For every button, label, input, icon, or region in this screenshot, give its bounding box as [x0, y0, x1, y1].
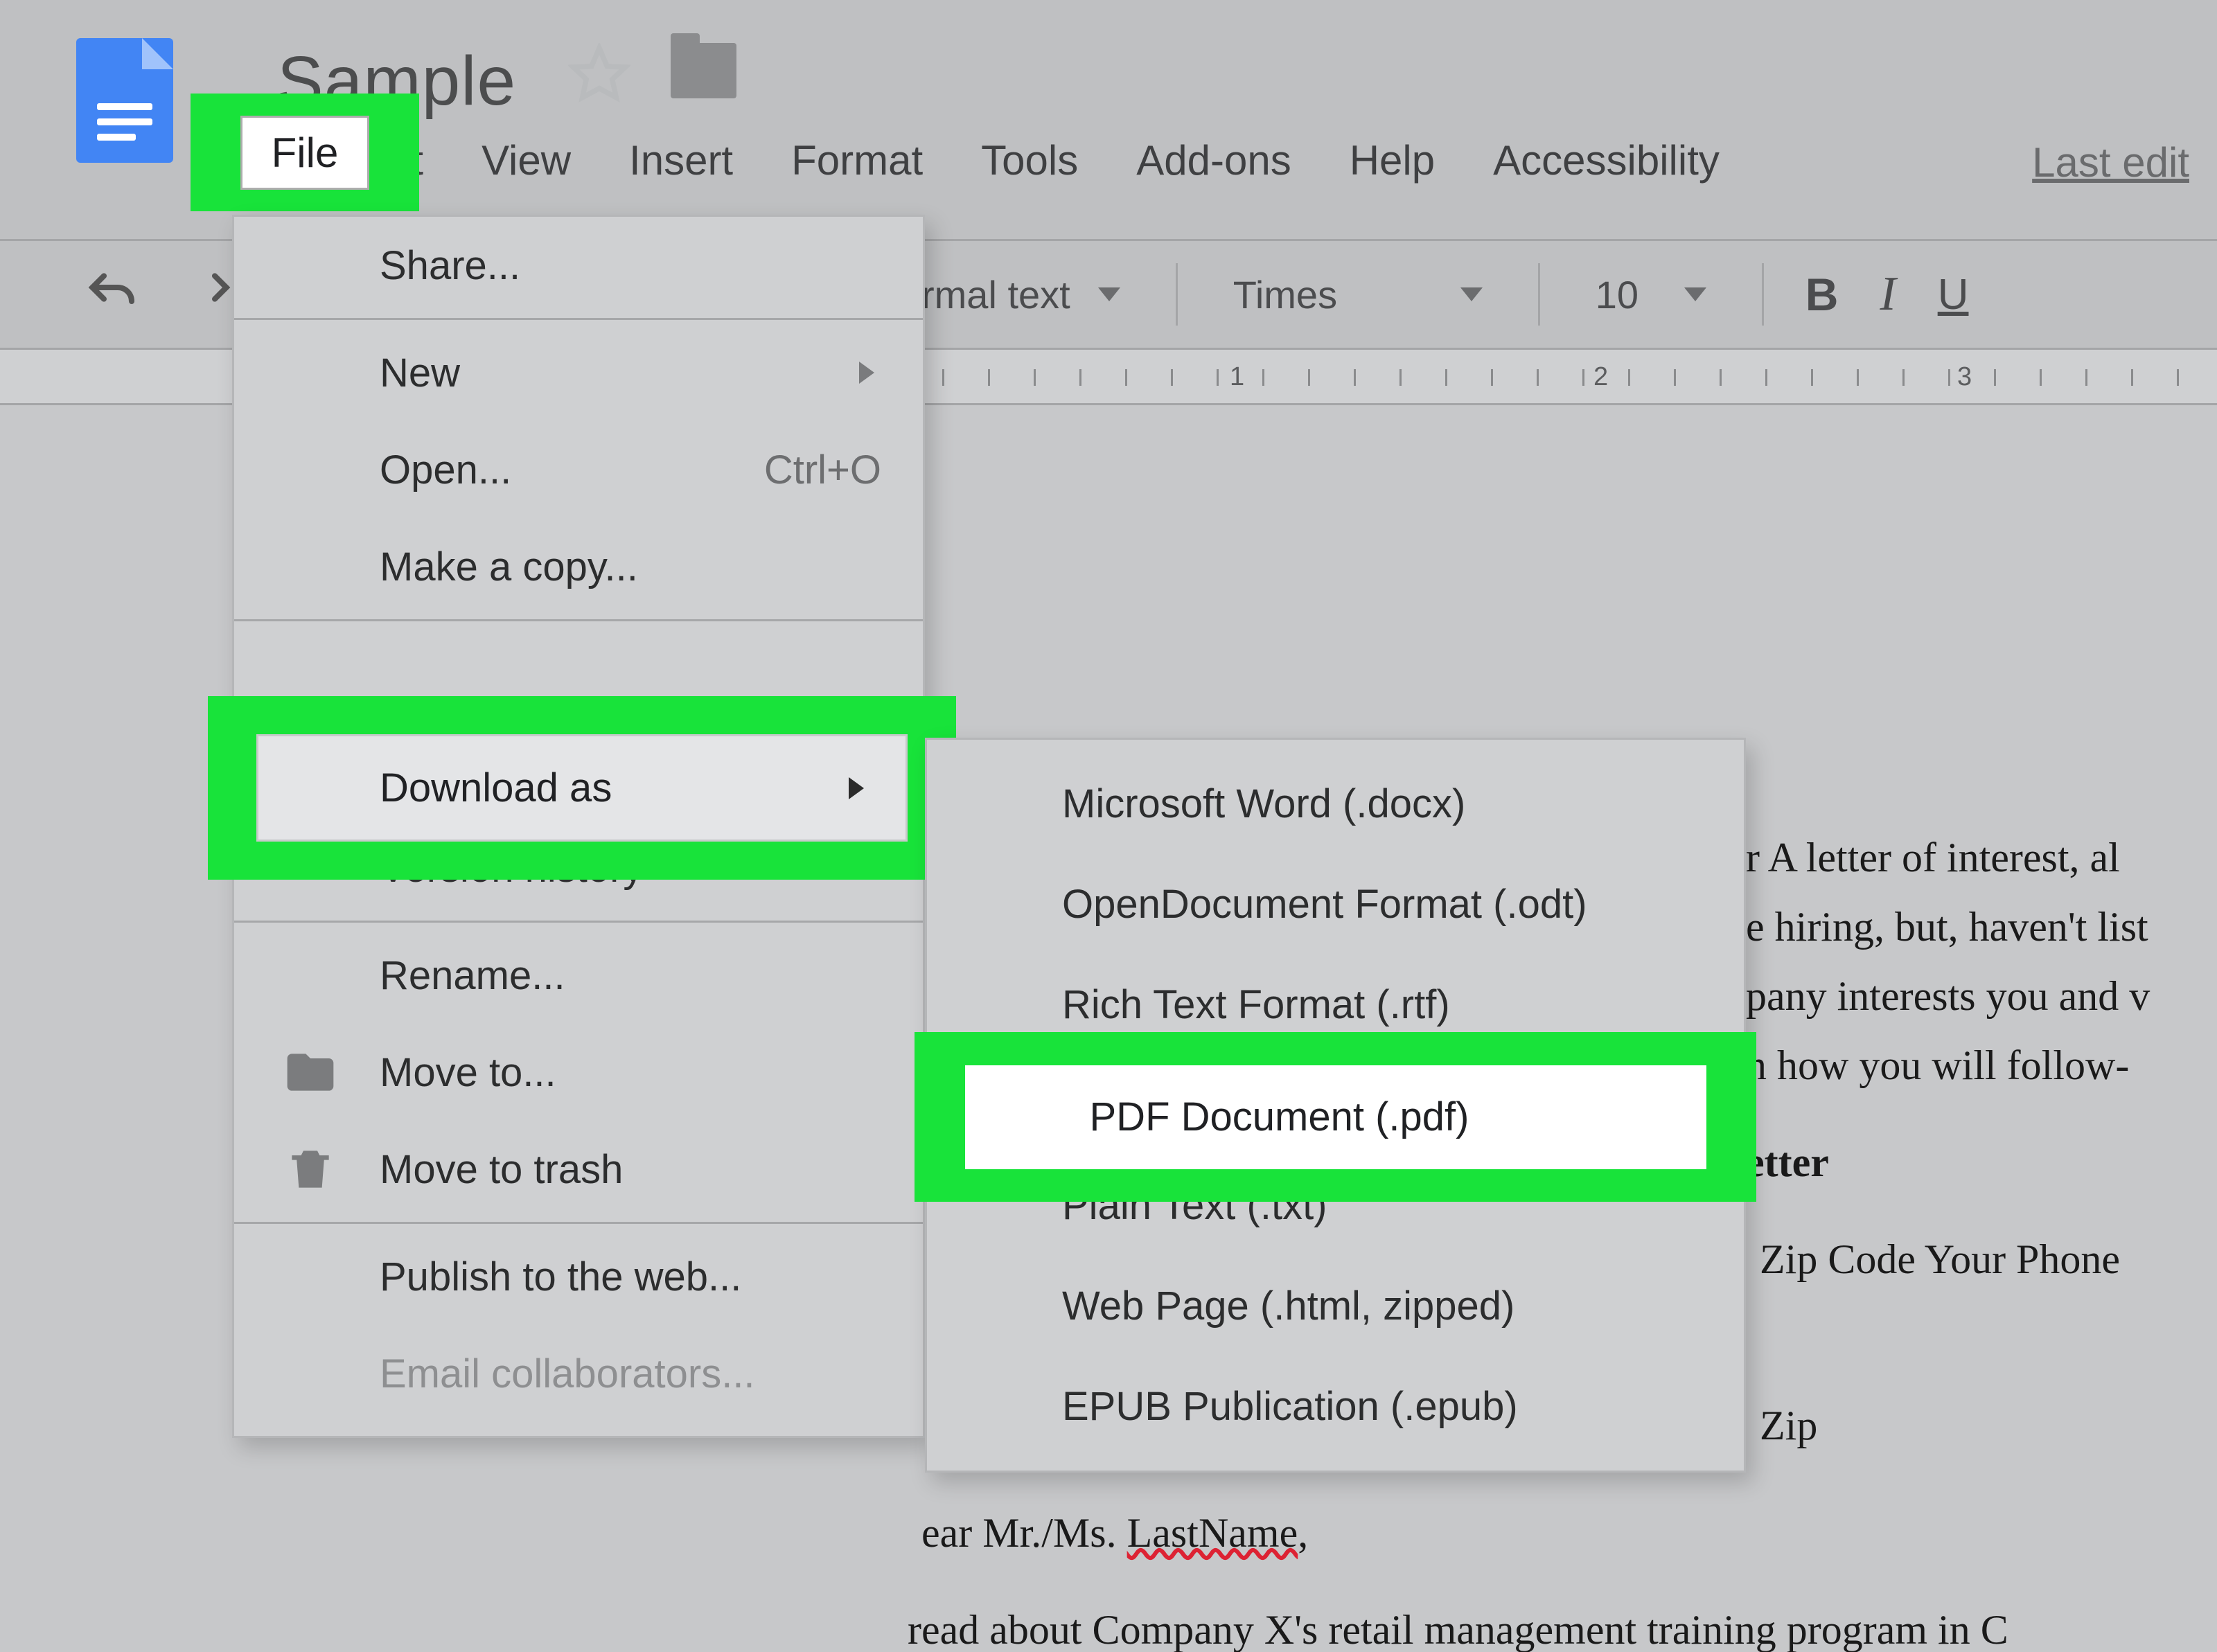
chevron-down-icon: [1684, 287, 1706, 301]
ruler-tick: [1445, 369, 1447, 386]
chevron-right-icon: [849, 777, 864, 799]
bold-button[interactable]: B: [1785, 268, 1860, 321]
menu-item-download-as[interactable]: Download as: [256, 734, 908, 842]
highlight-file-menu: File: [191, 94, 419, 211]
ruler-tick: [942, 369, 944, 386]
ruler-tick: [1994, 369, 1996, 386]
ruler-tick: [1674, 369, 1676, 386]
redo-icon[interactable]: [180, 267, 236, 322]
chevron-down-icon: [1460, 287, 1483, 301]
chevron-right-icon: [859, 362, 874, 384]
undo-icon[interactable]: [83, 267, 139, 322]
body-text: e hiring, but, haven't list: [1746, 894, 2148, 960]
menu-insert[interactable]: Insert: [600, 128, 762, 193]
star-icon[interactable]: [568, 43, 630, 105]
ruler-tick: [2085, 369, 2087, 386]
menu-item-open[interactable]: Open...Ctrl+O: [234, 421, 923, 518]
italic-button[interactable]: I: [1859, 267, 1916, 322]
ruler-tick: [1034, 369, 1036, 386]
ruler-tick: [1079, 369, 1081, 386]
ruler-tick: [1811, 369, 1813, 386]
submenu-item-html[interactable]: Web Page (.html, zipped): [927, 1256, 1744, 1356]
ruler-mark: 2: [1593, 362, 1608, 392]
submenu-item-odt[interactable]: OpenDocument Format (.odt): [927, 854, 1744, 954]
ruler-tick: [1720, 369, 1722, 386]
underline-button[interactable]: U: [1917, 270, 1990, 319]
ruler-tick: [1948, 369, 1950, 386]
ruler-tick: [1537, 369, 1539, 386]
menu-divider: [234, 921, 923, 923]
menu-divider: [234, 1222, 923, 1224]
menu-item-email-collaborators: Email collaborators...: [234, 1325, 923, 1422]
ruler-tick: [1902, 369, 1905, 386]
body-text: ear Mr./Ms. LastName,: [921, 1500, 1308, 1566]
submenu-item-docx[interactable]: Microsoft Word (.docx): [927, 754, 1744, 854]
ruler-tick: [2177, 369, 2179, 386]
menu-item-new[interactable]: New: [234, 324, 923, 421]
menu-item-make-copy[interactable]: Make a copy...: [234, 518, 923, 615]
body-text: n how you will follow-: [1746, 1032, 2129, 1099]
app-header: Sample File File Edit View Insert Format…: [0, 0, 2217, 239]
body-text: Zip: [1760, 1392, 1817, 1459]
ruler-tick: [1171, 369, 1173, 386]
toolbar-divider: [1762, 263, 1764, 326]
body-text: Zip Code Your Phone: [1760, 1226, 2120, 1293]
menu-item-move-to[interactable]: Move to...: [234, 1024, 923, 1121]
submenu-item-pdf[interactable]: PDF Document (.pdf): [965, 1065, 1706, 1169]
font-select[interactable]: Times: [1199, 241, 1517, 348]
ruler-tick: [2131, 369, 2133, 386]
ruler-tick: [988, 369, 990, 386]
ruler-tick: [1857, 369, 1859, 386]
chevron-down-icon: [1098, 287, 1120, 301]
menu-addons[interactable]: Add-ons: [1107, 128, 1320, 193]
body-text: pany interests you and v: [1746, 963, 2150, 1029]
menu-item-share[interactable]: Share...: [234, 217, 923, 314]
ruler-tick: [1125, 369, 1127, 386]
ruler-tick: [1765, 369, 1767, 386]
ruler-tick: [1354, 369, 1356, 386]
ruler-tick: [1399, 369, 1402, 386]
ruler-tick: [2040, 369, 2042, 386]
toolbar-divider: [1176, 263, 1178, 326]
body-text: r A letter of interest, al: [1746, 824, 2120, 891]
ruler-tick: [1308, 369, 1310, 386]
menu-help[interactable]: Help: [1321, 128, 1464, 193]
shortcut-label: Ctrl+O: [764, 447, 881, 493]
menu-divider: [234, 318, 923, 320]
highlight-download-as: Download as: [208, 696, 956, 880]
menu-file[interactable]: File: [240, 116, 370, 190]
ruler-tick: [1628, 369, 1630, 386]
ruler-tick: [1582, 369, 1584, 386]
menu-divider: [234, 619, 923, 621]
body-text: etter: [1746, 1129, 1829, 1196]
toolbar-divider: [1538, 263, 1540, 326]
menu-item-move-to-trash[interactable]: Move to trash: [234, 1121, 923, 1218]
ruler-mark: 1: [1230, 362, 1244, 392]
menu-item-rename[interactable]: Rename...: [234, 927, 923, 1024]
highlight-pdf: PDF Document (.pdf): [915, 1032, 1756, 1202]
body-text: read about Company X's retail management…: [908, 1597, 2008, 1652]
trash-icon: [283, 1142, 338, 1197]
menu-tools[interactable]: Tools: [952, 128, 1107, 193]
style-select-label: rmal text: [921, 272, 1070, 317]
ruler-tick: [1491, 369, 1493, 386]
last-edit-link[interactable]: Last edit: [2032, 139, 2189, 186]
submenu-item-epub[interactable]: EPUB Publication (.epub): [927, 1356, 1744, 1457]
move-folder-icon[interactable]: [671, 43, 736, 98]
menu-view[interactable]: View: [452, 128, 600, 193]
docs-logo-icon[interactable]: [76, 38, 173, 163]
ruler-tick: [1217, 369, 1219, 386]
menu-item-publish[interactable]: Publish to the web...: [234, 1228, 923, 1325]
ruler-mark: 3: [1957, 362, 1972, 392]
menu-format[interactable]: Format: [762, 128, 952, 193]
menu-accessibility[interactable]: Accessibility: [1464, 128, 1749, 193]
ruler-tick: [1262, 369, 1264, 386]
font-select-label: Times: [1233, 272, 1337, 317]
folder-icon: [283, 1045, 338, 1100]
font-size-select[interactable]: 10: [1561, 241, 1741, 348]
font-size-label: 10: [1596, 272, 1639, 317]
style-select[interactable]: rmal text: [887, 241, 1155, 348]
menubar: File Edit View Insert Format Tools Add-o…: [191, 128, 1749, 193]
